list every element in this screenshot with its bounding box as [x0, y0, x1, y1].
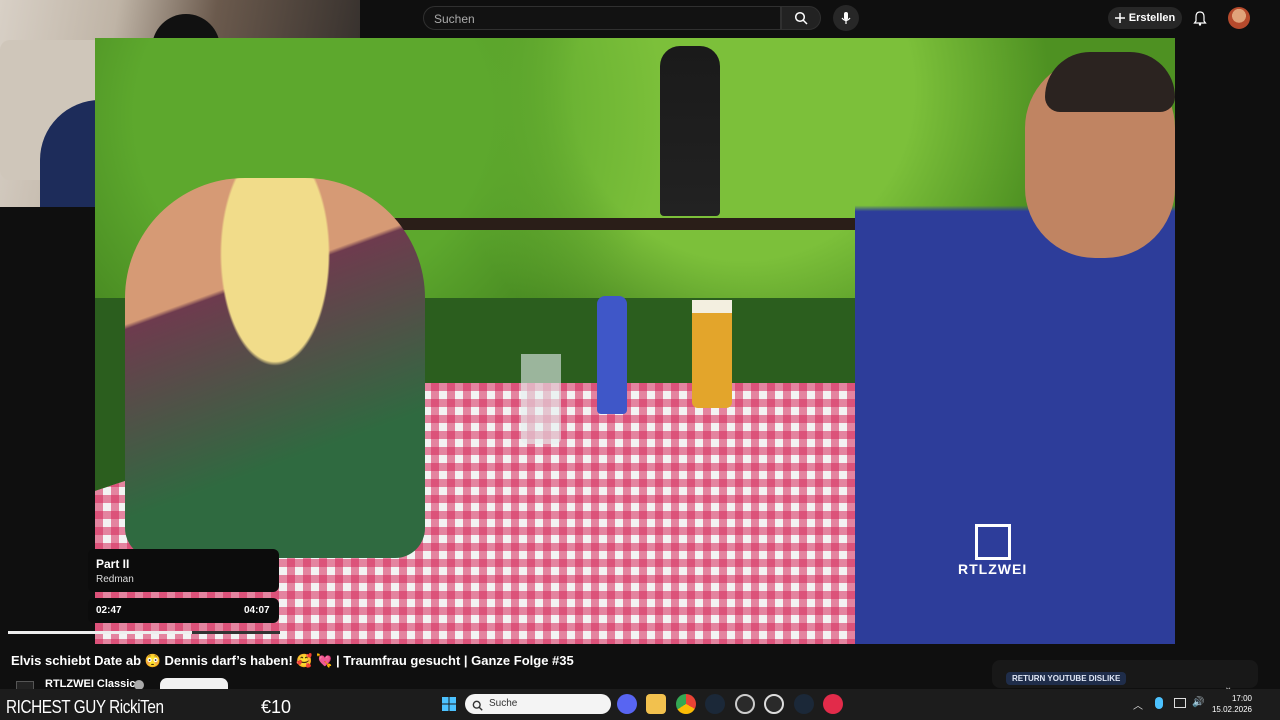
search-button[interactable] [781, 6, 821, 30]
video-scene-beer [692, 300, 732, 408]
steam-icon-2[interactable] [794, 694, 814, 714]
taskbar-clock[interactable]: 17:00 15.02.2026 [1206, 693, 1252, 715]
taskbar-time: 17:00 [1231, 694, 1252, 703]
video-title: Elvis schiebt Date ab 😳 Dennis darf’s ha… [11, 653, 574, 668]
search-input[interactable]: Suchen [423, 6, 781, 30]
voice-search-button[interactable] [833, 5, 859, 31]
windows-taskbar [0, 689, 1280, 720]
chrome-icon[interactable] [676, 694, 696, 714]
now-playing-artist: Redman [96, 574, 134, 585]
file-explorer-icon[interactable] [646, 694, 666, 714]
bell-icon [1193, 10, 1207, 26]
media-player-icon[interactable] [823, 694, 843, 714]
obs-icon[interactable] [764, 694, 784, 714]
notifications-button[interactable] [1190, 8, 1210, 28]
network-icon[interactable] [1174, 698, 1186, 708]
now-playing-duration: 04:07 [244, 605, 270, 616]
now-playing-title: Part II [96, 557, 130, 571]
search-icon [472, 698, 483, 716]
video-scene-bottle [597, 296, 627, 414]
taskbar-search-input[interactable]: Suche [465, 694, 611, 714]
video-scene-man-hair [1045, 52, 1175, 112]
now-playing-elapsed: 02:47 [96, 605, 122, 616]
mic-icon [841, 12, 851, 24]
discord-icon[interactable] [617, 694, 637, 714]
plus-icon [1114, 13, 1125, 23]
video-scene-woman [125, 178, 425, 558]
avatar[interactable] [1228, 7, 1250, 29]
channel-watermark-logo [975, 524, 1011, 560]
create-label: Erstellen [1128, 12, 1176, 24]
video-scene-lamp [660, 46, 720, 216]
app-icon[interactable] [735, 694, 755, 714]
taskbar-date: 15.02.2026 [1211, 705, 1252, 714]
search-icon [794, 11, 808, 25]
create-button[interactable]: Erstellen [1108, 7, 1182, 29]
donation-name: RICHEST GUY RickiTen [6, 697, 164, 717]
channel-watermark: RTLZWEI [958, 561, 1028, 577]
video-scene-glass [521, 354, 561, 444]
donation-amount: €10 [261, 697, 292, 717]
windows-start-icon[interactable] [439, 694, 459, 714]
chevron-up-icon[interactable]: ︿ [1133, 697, 1143, 712]
steam-icon[interactable] [705, 694, 725, 714]
return-youtube-dislike-badge[interactable]: RETURN YOUTUBE DISLIKE [1006, 672, 1127, 685]
now-playing-progress-fill [8, 631, 192, 634]
volume-icon[interactable]: 🔊 [1192, 697, 1204, 708]
mic-tray-icon[interactable] [1155, 697, 1163, 709]
